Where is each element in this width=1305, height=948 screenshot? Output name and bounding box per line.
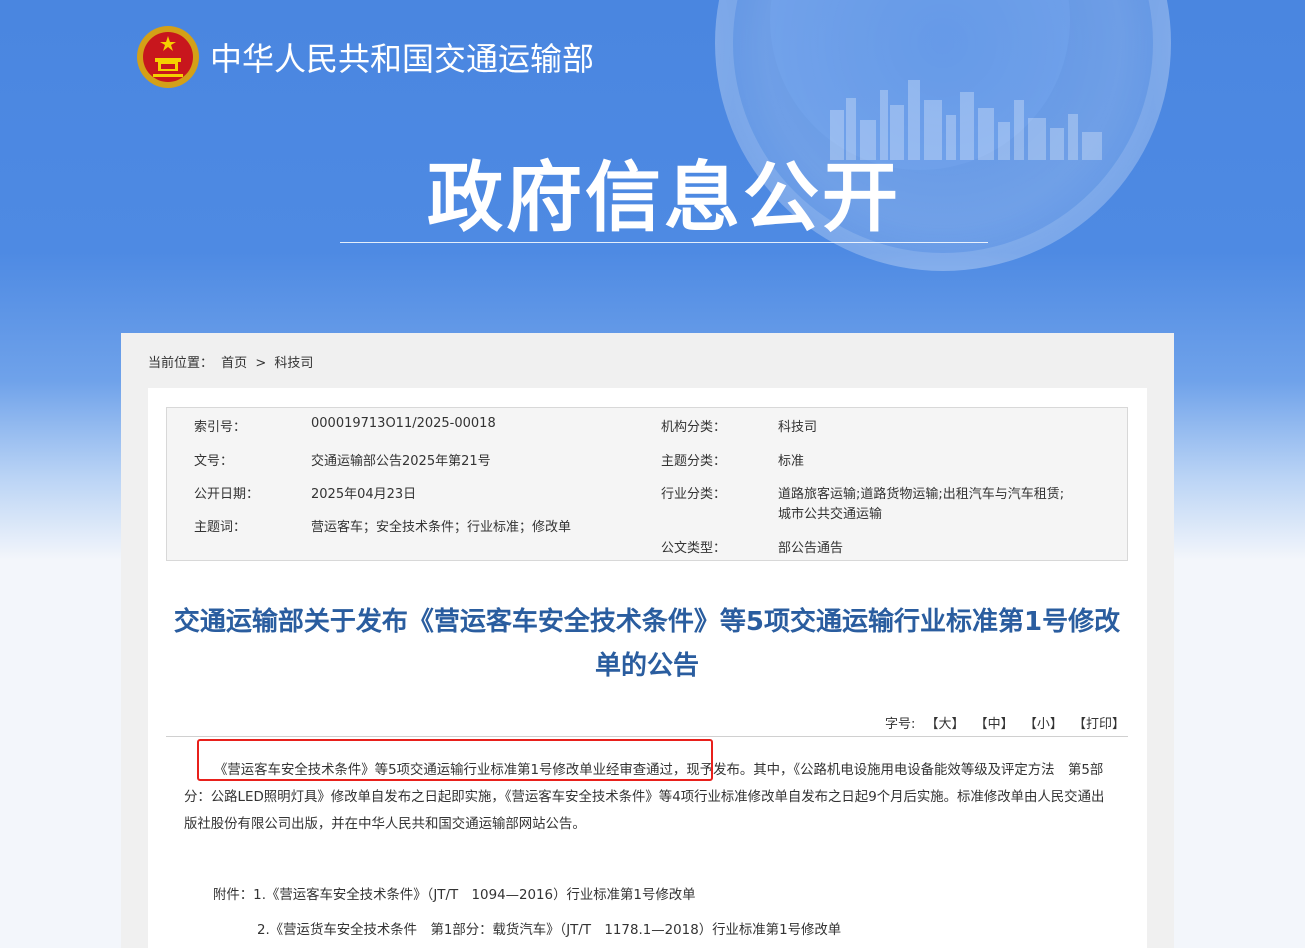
org-label: 机构分类：: [661, 420, 727, 435]
topic-value: 标准: [778, 454, 805, 469]
industry-value-line2: 城市公共交通运输: [778, 507, 883, 522]
industry-label: 行业分类：: [661, 487, 727, 502]
document-metadata-table: 索引号： 000019713O11/2025-00018 机构分类： 科技司 文…: [166, 407, 1128, 561]
keywords-label: 主题词：: [194, 520, 247, 535]
org-value: 科技司: [778, 420, 818, 435]
attachment-2-link[interactable]: 2.《营运货车安全技术条件 第1部分：载货汽车》（JT/T 1178.1—201…: [257, 918, 841, 938]
date-value: 2025年04月23日: [311, 487, 417, 502]
breadcrumb-current-link[interactable]: 科技司: [274, 356, 313, 371]
breadcrumb-separator: >: [255, 356, 267, 371]
divider: [166, 736, 1128, 737]
topic-label: 主题分类：: [661, 454, 727, 469]
national-emblem-icon: [137, 26, 199, 88]
doctype-label: 公文类型：: [661, 541, 727, 556]
doc-no-value: 交通运输部公告2025年第21号: [311, 454, 491, 469]
industry-value-line1: 道路旅客运输;道路货物运输;出租汽车与汽车租赁;: [778, 487, 1065, 502]
city-skyline-graphic: [830, 80, 1102, 160]
index-no-value: 000019713O11/2025-00018: [311, 416, 496, 431]
breadcrumb-label: 当前位置：: [148, 356, 214, 371]
font-medium-button[interactable]: 【中】: [975, 717, 1014, 732]
font-size-controls: 字号: 【大】 【中】 【小】 【打印】: [885, 713, 1125, 732]
ministry-name[interactable]: 中华人民共和国交通运输部: [210, 34, 594, 80]
font-large-button[interactable]: 【大】: [926, 717, 965, 732]
page-title: 政府信息公开: [427, 153, 901, 242]
title-underline: [340, 242, 988, 243]
font-size-label: 字号:: [884, 717, 916, 732]
attachment-1-link[interactable]: 附件：1.《营运客车安全技术条件》（JT/T 1094—2016）行业标准第1号…: [213, 883, 696, 903]
article-title: 交通运输部关于发布《营运客车安全技术条件》等5项交通运输行业标准第1号修改单的公…: [173, 607, 1121, 681]
breadcrumb: 当前位置： 首页 > 科技司: [148, 352, 317, 371]
doc-no-label: 文号：: [194, 454, 234, 469]
index-no-label: 索引号：: [194, 420, 247, 435]
doctype-value: 部公告通告: [778, 541, 844, 556]
font-small-button[interactable]: 【小】: [1024, 717, 1063, 732]
breadcrumb-home-link[interactable]: 首页: [221, 356, 247, 371]
highlight-box: [197, 739, 713, 781]
keywords-value: 营运客车；安全技术条件；行业标准；修改单: [311, 520, 572, 535]
print-button[interactable]: 【打印】: [1073, 717, 1125, 732]
date-label: 公开日期：: [194, 487, 260, 502]
